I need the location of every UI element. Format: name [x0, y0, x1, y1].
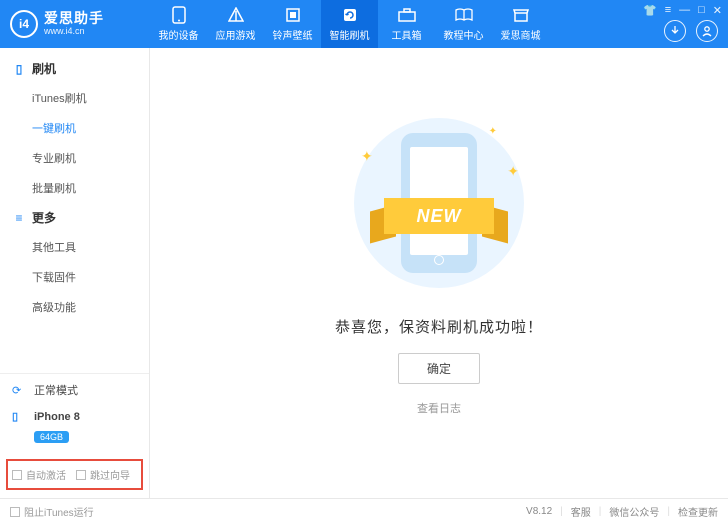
- flash-icon: [342, 6, 358, 24]
- shop-icon: [513, 6, 529, 24]
- success-message: 恭喜您，保资料刷机成功啦！: [335, 316, 543, 337]
- device-info[interactable]: ▯ iPhone 8 64GB: [0, 406, 149, 455]
- footer-link-update[interactable]: 检查更新: [678, 504, 718, 519]
- book-icon: [455, 6, 473, 24]
- main-content: ✦ ✦ ✦ NEW 恭喜您，保资料刷机成功啦！ 确定 查看日志: [150, 48, 728, 498]
- nav-tutorial[interactable]: 教程中心: [435, 0, 492, 48]
- sidebar-item-download-firmware[interactable]: 下载固件: [0, 262, 149, 292]
- confirm-button[interactable]: 确定: [398, 353, 480, 384]
- new-ribbon: NEW: [374, 198, 504, 240]
- view-log-link[interactable]: 查看日志: [417, 400, 461, 416]
- status-bar: 阻止iTunes运行 V8.12 | 客服 | 微信公众号 | 检查更新: [0, 498, 728, 524]
- sidebar: ▯ 刷机 iTunes刷机 一键刷机 专业刷机 批量刷机 ≡ 更多 其他工具 下…: [0, 48, 150, 498]
- options-highlight: 自动激活 跳过向导: [6, 459, 143, 490]
- sidebar-item-batch-flash[interactable]: 批量刷机: [0, 173, 149, 203]
- storage-badge: 64GB: [34, 431, 69, 443]
- device-icon: ▯: [12, 410, 28, 423]
- checkbox-icon[interactable]: [76, 470, 86, 480]
- logo-icon: i4: [10, 10, 38, 38]
- top-nav: 我的设备 应用游戏 铃声壁纸 智能刷机 工具箱 教程中心 爱思商城: [150, 0, 728, 48]
- wallpaper-icon: [285, 6, 301, 24]
- nav-mall[interactable]: 爱思商城: [492, 0, 549, 48]
- app-site: www.i4.cn: [44, 27, 104, 37]
- sidebar-item-itunes-flash[interactable]: iTunes刷机: [0, 83, 149, 113]
- logo: i4 爱思助手 www.i4.cn: [0, 10, 150, 38]
- nav-toolbox[interactable]: 工具箱: [378, 0, 435, 48]
- app-header: i4 爱思助手 www.i4.cn 我的设备 应用游戏 铃声壁纸 智能刷机 工具…: [0, 0, 728, 48]
- more-icon: ≡: [12, 211, 26, 225]
- download-icon[interactable]: [664, 20, 686, 42]
- success-illustration: ✦ ✦ ✦ NEW: [339, 108, 539, 298]
- phone-outline-icon: ▯: [12, 62, 26, 76]
- menu-icon[interactable]: ≡: [665, 4, 671, 17]
- sidebar-item-oneclick-flash[interactable]: 一键刷机: [0, 113, 149, 143]
- apps-icon: [228, 6, 244, 24]
- nav-ringtone[interactable]: 铃声壁纸: [264, 0, 321, 48]
- footer-link-wechat[interactable]: 微信公众号: [609, 504, 659, 519]
- sparkle-icon: ✦: [489, 126, 497, 137]
- tshirt-icon[interactable]: 👕: [643, 4, 657, 17]
- section-more[interactable]: ≡ 更多: [0, 203, 149, 232]
- sidebar-item-other-tools[interactable]: 其他工具: [0, 232, 149, 262]
- maximize-icon[interactable]: □: [698, 4, 705, 17]
- sidebar-item-advanced[interactable]: 高级功能: [0, 292, 149, 322]
- checkbox-icon[interactable]: [10, 507, 20, 517]
- app-name: 爱思助手: [44, 11, 104, 26]
- option-skip-guide[interactable]: 跳过向导: [76, 467, 130, 482]
- window-controls: 👕 ≡ — □ ✕: [643, 4, 722, 17]
- footer-link-support[interactable]: 客服: [571, 504, 591, 519]
- sparkle-icon: ✦: [507, 163, 519, 180]
- nav-flash[interactable]: 智能刷机: [321, 0, 378, 48]
- toolbox-icon: [398, 6, 416, 24]
- nav-apps[interactable]: 应用游戏: [207, 0, 264, 48]
- option-auto-activate[interactable]: 自动激活: [12, 467, 66, 482]
- refresh-icon: ⟳: [12, 384, 28, 397]
- section-flash[interactable]: ▯ 刷机: [0, 54, 149, 83]
- version-label: V8.12: [526, 506, 552, 517]
- nav-mydevice[interactable]: 我的设备: [150, 0, 207, 48]
- checkbox-icon[interactable]: [12, 470, 22, 480]
- phone-icon: [172, 6, 186, 24]
- close-icon[interactable]: ✕: [713, 4, 722, 17]
- sparkle-icon: ✦: [361, 148, 373, 165]
- option-block-itunes[interactable]: 阻止iTunes运行: [10, 504, 94, 519]
- minimize-icon[interactable]: —: [679, 4, 690, 17]
- sidebar-item-pro-flash[interactable]: 专业刷机: [0, 143, 149, 173]
- user-icon[interactable]: [696, 20, 718, 42]
- device-mode[interactable]: ⟳ 正常模式: [0, 374, 149, 406]
